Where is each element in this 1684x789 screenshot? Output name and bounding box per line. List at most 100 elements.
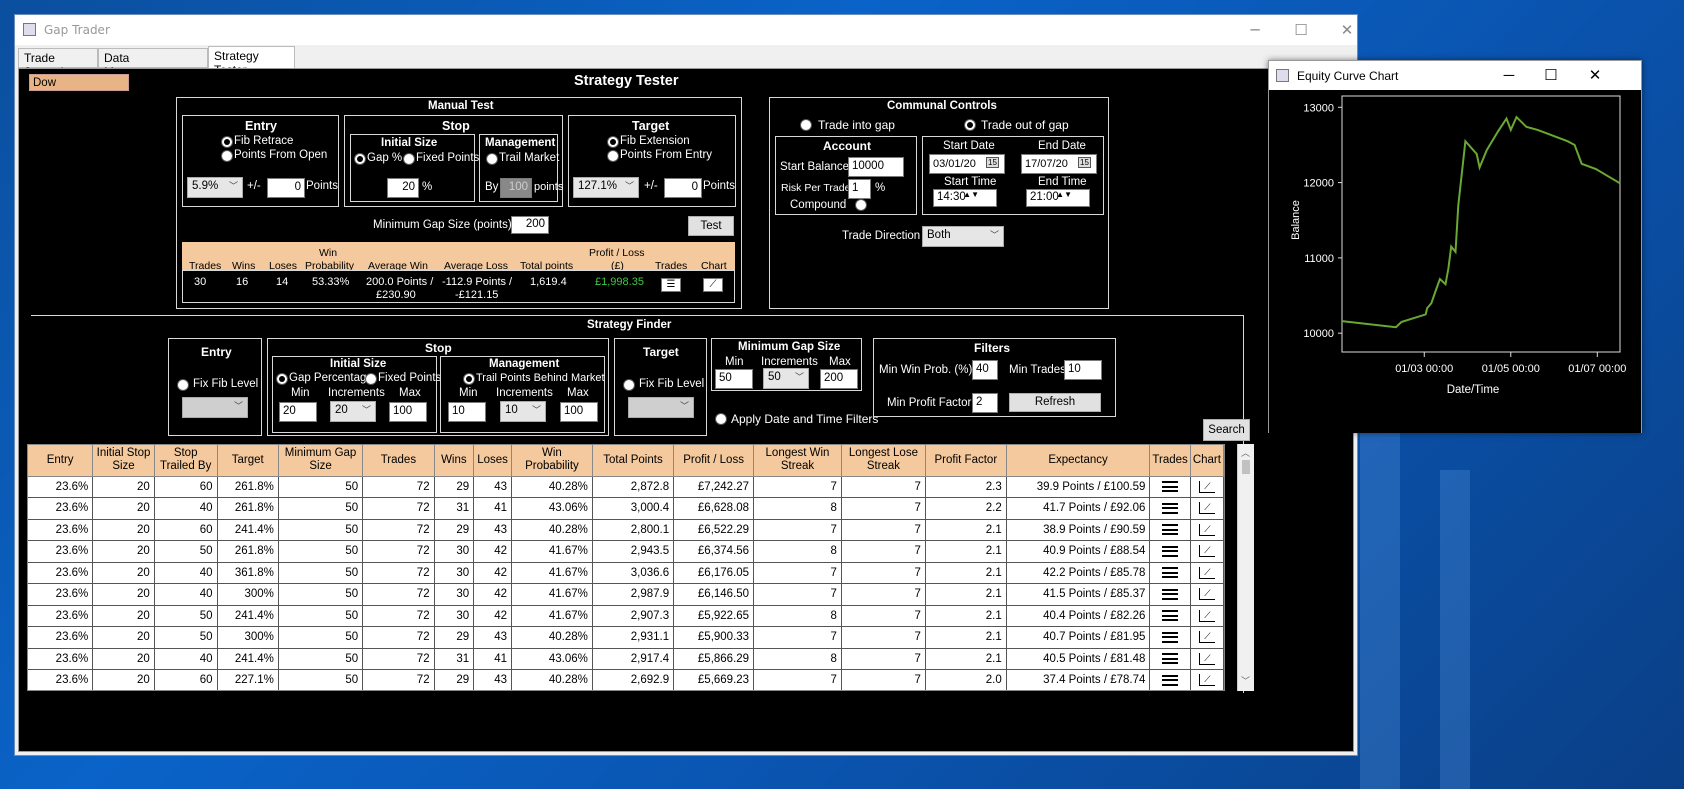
chart-icon[interactable]: ⟋: [1198, 674, 1215, 687]
scroll-down-icon[interactable]: ﹀: [1241, 674, 1250, 687]
chart-icon[interactable]: ⟋: [1198, 588, 1215, 601]
gap-percentage-radio[interactable]: [276, 373, 288, 385]
trades-list-icon[interactable]: [1162, 481, 1179, 493]
entry-fib-level-combo[interactable]: ﹀: [182, 397, 248, 418]
target-fib-level-combo[interactable]: ﹀: [628, 397, 694, 418]
close-icon[interactable]: ✕: [1583, 65, 1607, 87]
entry-fib-combo[interactable]: 5.9% ﹀: [187, 177, 243, 198]
trade-direction-combo[interactable]: Both ﹀: [922, 226, 1004, 247]
start-balance-input[interactable]: 10000: [848, 157, 904, 177]
stop-inc-combo[interactable]: 20 ﹀: [330, 401, 376, 422]
mgmt-inc-combo[interactable]: 10 ﹀: [500, 401, 546, 422]
maximize-icon[interactable]: ☐: [1289, 19, 1313, 41]
table-row[interactable]: 23.6% 20 40 361.8% 50 72 30 42 41.67% 3,036.6 £6,1…: [28, 562, 1224, 584]
apply-filters-radio[interactable]: [715, 413, 727, 425]
points-from-entry-radio[interactable]: [607, 150, 619, 162]
column-header[interactable]: Wins: [434, 445, 475, 477]
column-header[interactable]: Initial Stop Size: [92, 445, 155, 477]
test-button[interactable]: Test: [688, 216, 734, 236]
finder-fixed-points-radio[interactable]: [365, 373, 377, 385]
table-row[interactable]: 23.6% 20 60 227.1% 50 72 29 43 40.28% 2,692.9 £5,6…: [28, 669, 1224, 690]
min-gap-input[interactable]: 200: [511, 216, 549, 234]
column-header[interactable]: Win Probability: [511, 445, 593, 477]
refresh-button[interactable]: Refresh: [1009, 393, 1101, 412]
table-row[interactable]: 23.6% 20 40 261.8% 50 72 31 41 43.06% 3,000.4 £6,6…: [28, 497, 1224, 520]
target-fib-combo[interactable]: 127.1% ﹀: [573, 177, 639, 198]
search-button[interactable]: Search: [1203, 419, 1250, 441]
column-header[interactable]: Longest Win Streak: [753, 445, 842, 477]
min-trades-input[interactable]: 10: [1064, 360, 1102, 380]
scroll-up-icon[interactable]: ︿: [1241, 446, 1250, 459]
trades-list-icon[interactable]: [1162, 631, 1179, 643]
tab-strategy-tester[interactable]: Strategy Tester: [208, 46, 295, 77]
entry-fix-fib-radio[interactable]: [177, 379, 189, 391]
stop-min-input[interactable]: 20: [279, 402, 317, 422]
column-header[interactable]: Longest Lose Streak: [841, 445, 926, 477]
points-from-open-radio[interactable]: [221, 150, 233, 162]
trail-behind-market-radio[interactable]: [463, 373, 475, 385]
end-time-input[interactable]: 21:00 ▲▼: [1026, 189, 1090, 207]
trades-list-icon[interactable]: [1162, 567, 1179, 579]
spinner-icon[interactable]: ▲▼: [1056, 190, 1072, 199]
calendar-icon[interactable]: 15: [986, 157, 999, 168]
column-header[interactable]: Total Points: [592, 445, 675, 477]
minimize-icon[interactable]: ─: [1497, 65, 1521, 87]
stop-size-input[interactable]: 20: [387, 178, 419, 198]
min-profit-factor-input[interactable]: 2: [972, 393, 998, 413]
start-time-input[interactable]: 14:30 ▲▼: [933, 189, 997, 207]
minimize-icon[interactable]: ─: [1243, 19, 1267, 41]
gap-max-input[interactable]: 200: [820, 369, 858, 389]
trades-list-icon[interactable]: [1162, 524, 1179, 536]
table-row[interactable]: 23.6% 20 50 261.8% 50 72 30 42 41.67% 2,943.5 £6,3…: [28, 540, 1224, 563]
table-scrollbar[interactable]: ︿ ﹀: [1237, 444, 1254, 691]
stop-max-input[interactable]: 100: [389, 402, 427, 422]
column-header[interactable]: Loses: [473, 445, 512, 477]
column-header[interactable]: Profit / Loss: [673, 445, 755, 477]
risk-per-trade-input[interactable]: 1: [848, 179, 871, 199]
maximize-icon[interactable]: ☐: [1539, 65, 1563, 87]
gap-inc-combo[interactable]: 50 ﹀: [763, 368, 809, 389]
trail-market-radio[interactable]: [486, 153, 498, 165]
table-row[interactable]: 23.6% 20 40 241.4% 50 72 31 41 43.06% 2,917.4 £5,8…: [28, 648, 1224, 670]
chart-icon[interactable]: ⟋: [1198, 652, 1215, 665]
gap-min-input[interactable]: 50: [715, 369, 753, 389]
table-row[interactable]: 23.6% 20 60 241.4% 50 72 29 43 40.28% 2,800.1 £6,5…: [28, 519, 1224, 541]
column-header[interactable]: Chart: [1190, 445, 1224, 477]
calendar-icon[interactable]: 15: [1078, 157, 1091, 168]
scroll-thumb[interactable]: [1242, 460, 1250, 474]
column-header[interactable]: Trades: [1149, 445, 1191, 477]
target-points-input[interactable]: 0: [664, 178, 702, 198]
chart-icon[interactable]: ⟋: [703, 278, 723, 292]
trades-list-icon[interactable]: [1162, 610, 1179, 622]
chart-icon[interactable]: ⟋: [1198, 631, 1215, 644]
column-header[interactable]: Entry: [28, 445, 94, 477]
column-header[interactable]: Trades: [362, 445, 435, 477]
tab-trade-journal[interactable]: Trade Journal: [18, 48, 98, 79]
trade-into-gap-radio[interactable]: [800, 119, 812, 131]
tab-data-management[interactable]: Data Management: [98, 48, 208, 79]
table-row[interactable]: 23.6% 20 60 261.8% 50 72 29 43 40.28% 2,872.8 £7,2…: [28, 476, 1224, 498]
trades-list-icon[interactable]: [1162, 502, 1179, 514]
chart-icon[interactable]: ⟋: [1198, 480, 1215, 493]
trail-by-input[interactable]: 100: [500, 178, 532, 198]
mgmt-min-input[interactable]: 10: [448, 402, 486, 422]
mgmt-max-input[interactable]: 100: [560, 402, 598, 422]
table-row[interactable]: 23.6% 20 50 300% 50 72 29 43 40.28% 2,931.1 £5,900…: [28, 626, 1224, 649]
column-header[interactable]: Target: [217, 445, 279, 477]
fib-retrace-radio[interactable]: [221, 136, 233, 148]
trades-list-icon[interactable]: [1162, 674, 1179, 686]
gap-percent-radio[interactable]: [354, 153, 366, 165]
fixed-points-radio[interactable]: [403, 153, 415, 165]
table-row[interactable]: 23.6% 20 50 241.4% 50 72 30 42 41.67% 2,907.3 £5,9…: [28, 605, 1224, 627]
trade-out-of-gap-radio[interactable]: [964, 119, 976, 131]
column-header[interactable]: Profit Factor: [925, 445, 1007, 477]
column-header[interactable]: Minimum Gap Size: [278, 445, 364, 477]
trades-list-icon[interactable]: [1162, 588, 1179, 600]
trades-list-icon[interactable]: [1162, 545, 1179, 557]
chart-icon[interactable]: ⟋: [1198, 609, 1215, 622]
target-fix-fib-radio[interactable]: [623, 379, 635, 391]
column-header[interactable]: Stop Trailed By: [154, 445, 218, 477]
close-icon[interactable]: ✕: [1335, 19, 1359, 41]
chart-icon[interactable]: ⟋: [1198, 523, 1215, 536]
table-row[interactable]: 23.6% 20 40 300% 50 72 30 42 41.67% 2,987.9 £6,146…: [28, 583, 1224, 606]
